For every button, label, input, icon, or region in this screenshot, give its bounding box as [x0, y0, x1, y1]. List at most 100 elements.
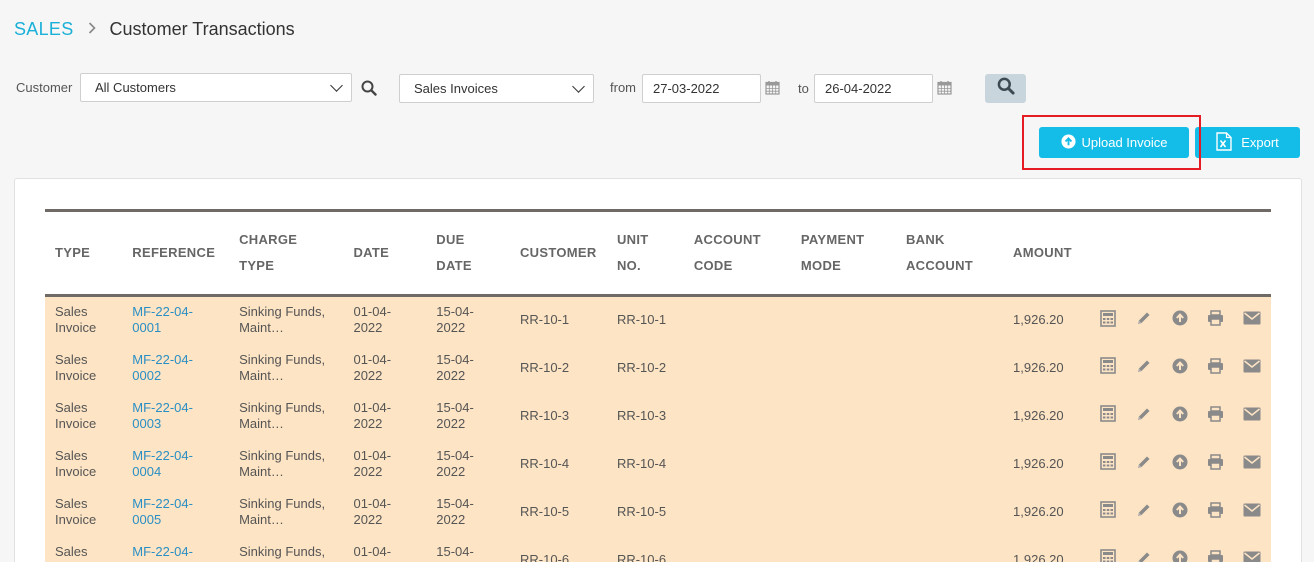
cell-date: 01-04-2022 — [353, 304, 392, 336]
export-button[interactable]: Export — [1195, 127, 1300, 158]
calculate-button[interactable] — [1098, 501, 1117, 521]
email-icon — [1243, 551, 1261, 562]
cell-date: 01-04-2022 — [353, 495, 392, 527]
cell-date: 01-04-2022 — [353, 399, 392, 431]
col-reference[interactable]: REFERENCE — [122, 210, 230, 297]
cell-bank-account — [896, 392, 1003, 440]
edit-button[interactable] — [1134, 550, 1153, 562]
table-row: Sales Invoice MF-22-04-0005 Sinking Funds,… — [45, 487, 1271, 536]
email-button[interactable] — [1242, 358, 1261, 377]
col-date[interactable]: DATE — [343, 210, 427, 297]
col-amount[interactable]: AMOUNT — [1003, 210, 1082, 297]
cell-reference[interactable]: MF-22-04-0005 — [122, 488, 229, 536]
col-type[interactable]: TYPE — [45, 210, 123, 297]
upload-button[interactable] — [1170, 406, 1189, 425]
breadcrumb-sales-link[interactable]: SALES — [14, 19, 74, 40]
edit-button[interactable] — [1134, 454, 1153, 473]
pencil-icon — [1136, 454, 1152, 474]
cell-type: Sales Invoice — [55, 543, 96, 562]
calendar-icon[interactable] — [764, 79, 781, 96]
pencil-icon — [1136, 358, 1152, 378]
cell-payment-mode — [791, 536, 896, 562]
cell-account-code — [684, 488, 791, 536]
edit-button[interactable] — [1134, 502, 1153, 521]
email-button[interactable] — [1242, 550, 1261, 562]
cell-reference[interactable]: MF-22-04-0003 — [122, 392, 229, 440]
edit-button[interactable] — [1134, 406, 1153, 425]
to-date-input[interactable]: 26-04-2022 — [814, 74, 933, 103]
chevron-down-icon — [330, 78, 343, 92]
col-actions — [1082, 210, 1271, 297]
email-icon — [1243, 503, 1261, 521]
cell-due-date: 15-04-2022 — [436, 447, 474, 479]
col-bank-account[interactable]: BANK ACCOUNT — [895, 210, 1004, 297]
calendar-icon[interactable] — [936, 79, 953, 96]
email-button[interactable] — [1242, 502, 1261, 521]
calculate-button[interactable] — [1098, 453, 1117, 473]
cell-account-code — [684, 536, 791, 562]
cell-unit-no: RR-10-1 — [616, 312, 667, 328]
col-due-date[interactable]: DUE DATE — [426, 210, 510, 297]
print-button[interactable] — [1206, 310, 1225, 330]
transaction-type-select[interactable]: Sales Invoices — [399, 74, 594, 103]
cell-date: 01-04-2022 — [353, 351, 392, 383]
cell-reference[interactable]: MF-22-04-0001 — [122, 296, 229, 344]
table-row: Sales Invoice MF-22-04-0001 Sinking Funds,… — [45, 295, 1271, 344]
transactions-table: TYPE REFERENCE CHARGE TYPE DATE DUE DATE… — [45, 209, 1271, 562]
pencil-icon — [1136, 502, 1152, 522]
edit-button[interactable] — [1134, 358, 1153, 377]
email-button[interactable] — [1242, 406, 1261, 425]
edit-button[interactable] — [1134, 311, 1153, 330]
to-label: to — [798, 81, 809, 96]
cell-charge-type: Sinking Funds, Maint… — [239, 399, 326, 431]
customer-search-icon[interactable] — [359, 78, 379, 98]
cell-bank-account — [896, 344, 1003, 392]
from-label: from — [610, 80, 636, 95]
cell-date: 01-04-2022 — [353, 447, 392, 479]
print-button[interactable] — [1206, 549, 1225, 562]
cell-bank-account — [896, 296, 1003, 344]
upload-button[interactable] — [1170, 502, 1189, 521]
cell-reference[interactable]: MF-22-04-0002 — [122, 344, 229, 392]
col-unit-no[interactable]: UNIT NO. — [606, 210, 684, 297]
col-customer[interactable]: CUSTOMER — [509, 210, 607, 297]
pencil-icon — [1136, 310, 1152, 330]
from-date-input[interactable]: 27-03-2022 — [642, 74, 761, 103]
cell-reference[interactable]: MF-22-04-0004 — [122, 440, 229, 488]
cell-amount: 1,926.20 — [1013, 359, 1064, 375]
upload-button[interactable] — [1170, 454, 1189, 473]
email-icon — [1243, 359, 1261, 377]
print-button[interactable] — [1206, 501, 1225, 521]
page-title: Customer Transactions — [109, 19, 295, 39]
row-actions — [1082, 344, 1271, 392]
cell-unit-no: RR-10-3 — [616, 407, 667, 423]
customer-select[interactable]: All Customers — [80, 73, 352, 102]
cell-unit-no: RR-10-4 — [616, 455, 667, 471]
print-button[interactable] — [1206, 357, 1225, 377]
cell-amount: 1,926.20 — [1013, 551, 1064, 562]
email-icon — [1243, 407, 1261, 425]
calculate-button[interactable] — [1098, 549, 1117, 562]
email-button[interactable] — [1242, 311, 1261, 330]
upload-button[interactable] — [1170, 358, 1189, 377]
row-actions — [1082, 488, 1271, 536]
upload-button[interactable] — [1170, 550, 1189, 562]
row-actions — [1082, 440, 1271, 488]
calculate-button[interactable] — [1098, 309, 1117, 330]
col-charge-type[interactable]: CHARGE TYPE — [229, 210, 344, 297]
upload-button[interactable] — [1170, 310, 1189, 330]
cell-amount: 1,926.20 — [1013, 503, 1064, 519]
cell-reference[interactable]: MF-22-04-0006 — [122, 536, 229, 562]
cell-amount: 1,926.20 — [1013, 455, 1064, 471]
cell-charge-type: Sinking Funds, Maint… — [239, 351, 326, 383]
search-button[interactable] — [985, 74, 1026, 103]
calculate-button[interactable] — [1098, 357, 1117, 377]
email-button[interactable] — [1242, 454, 1261, 473]
calculate-button[interactable] — [1098, 405, 1117, 425]
col-payment-mode[interactable]: PAYMENT MODE — [790, 210, 896, 297]
col-account-code[interactable]: ACCOUNT CODE — [683, 210, 791, 297]
cell-type: Sales Invoice — [55, 351, 97, 383]
cell-customer: RR-10-1 — [519, 312, 570, 328]
print-button[interactable] — [1206, 453, 1225, 473]
print-button[interactable] — [1206, 405, 1225, 425]
